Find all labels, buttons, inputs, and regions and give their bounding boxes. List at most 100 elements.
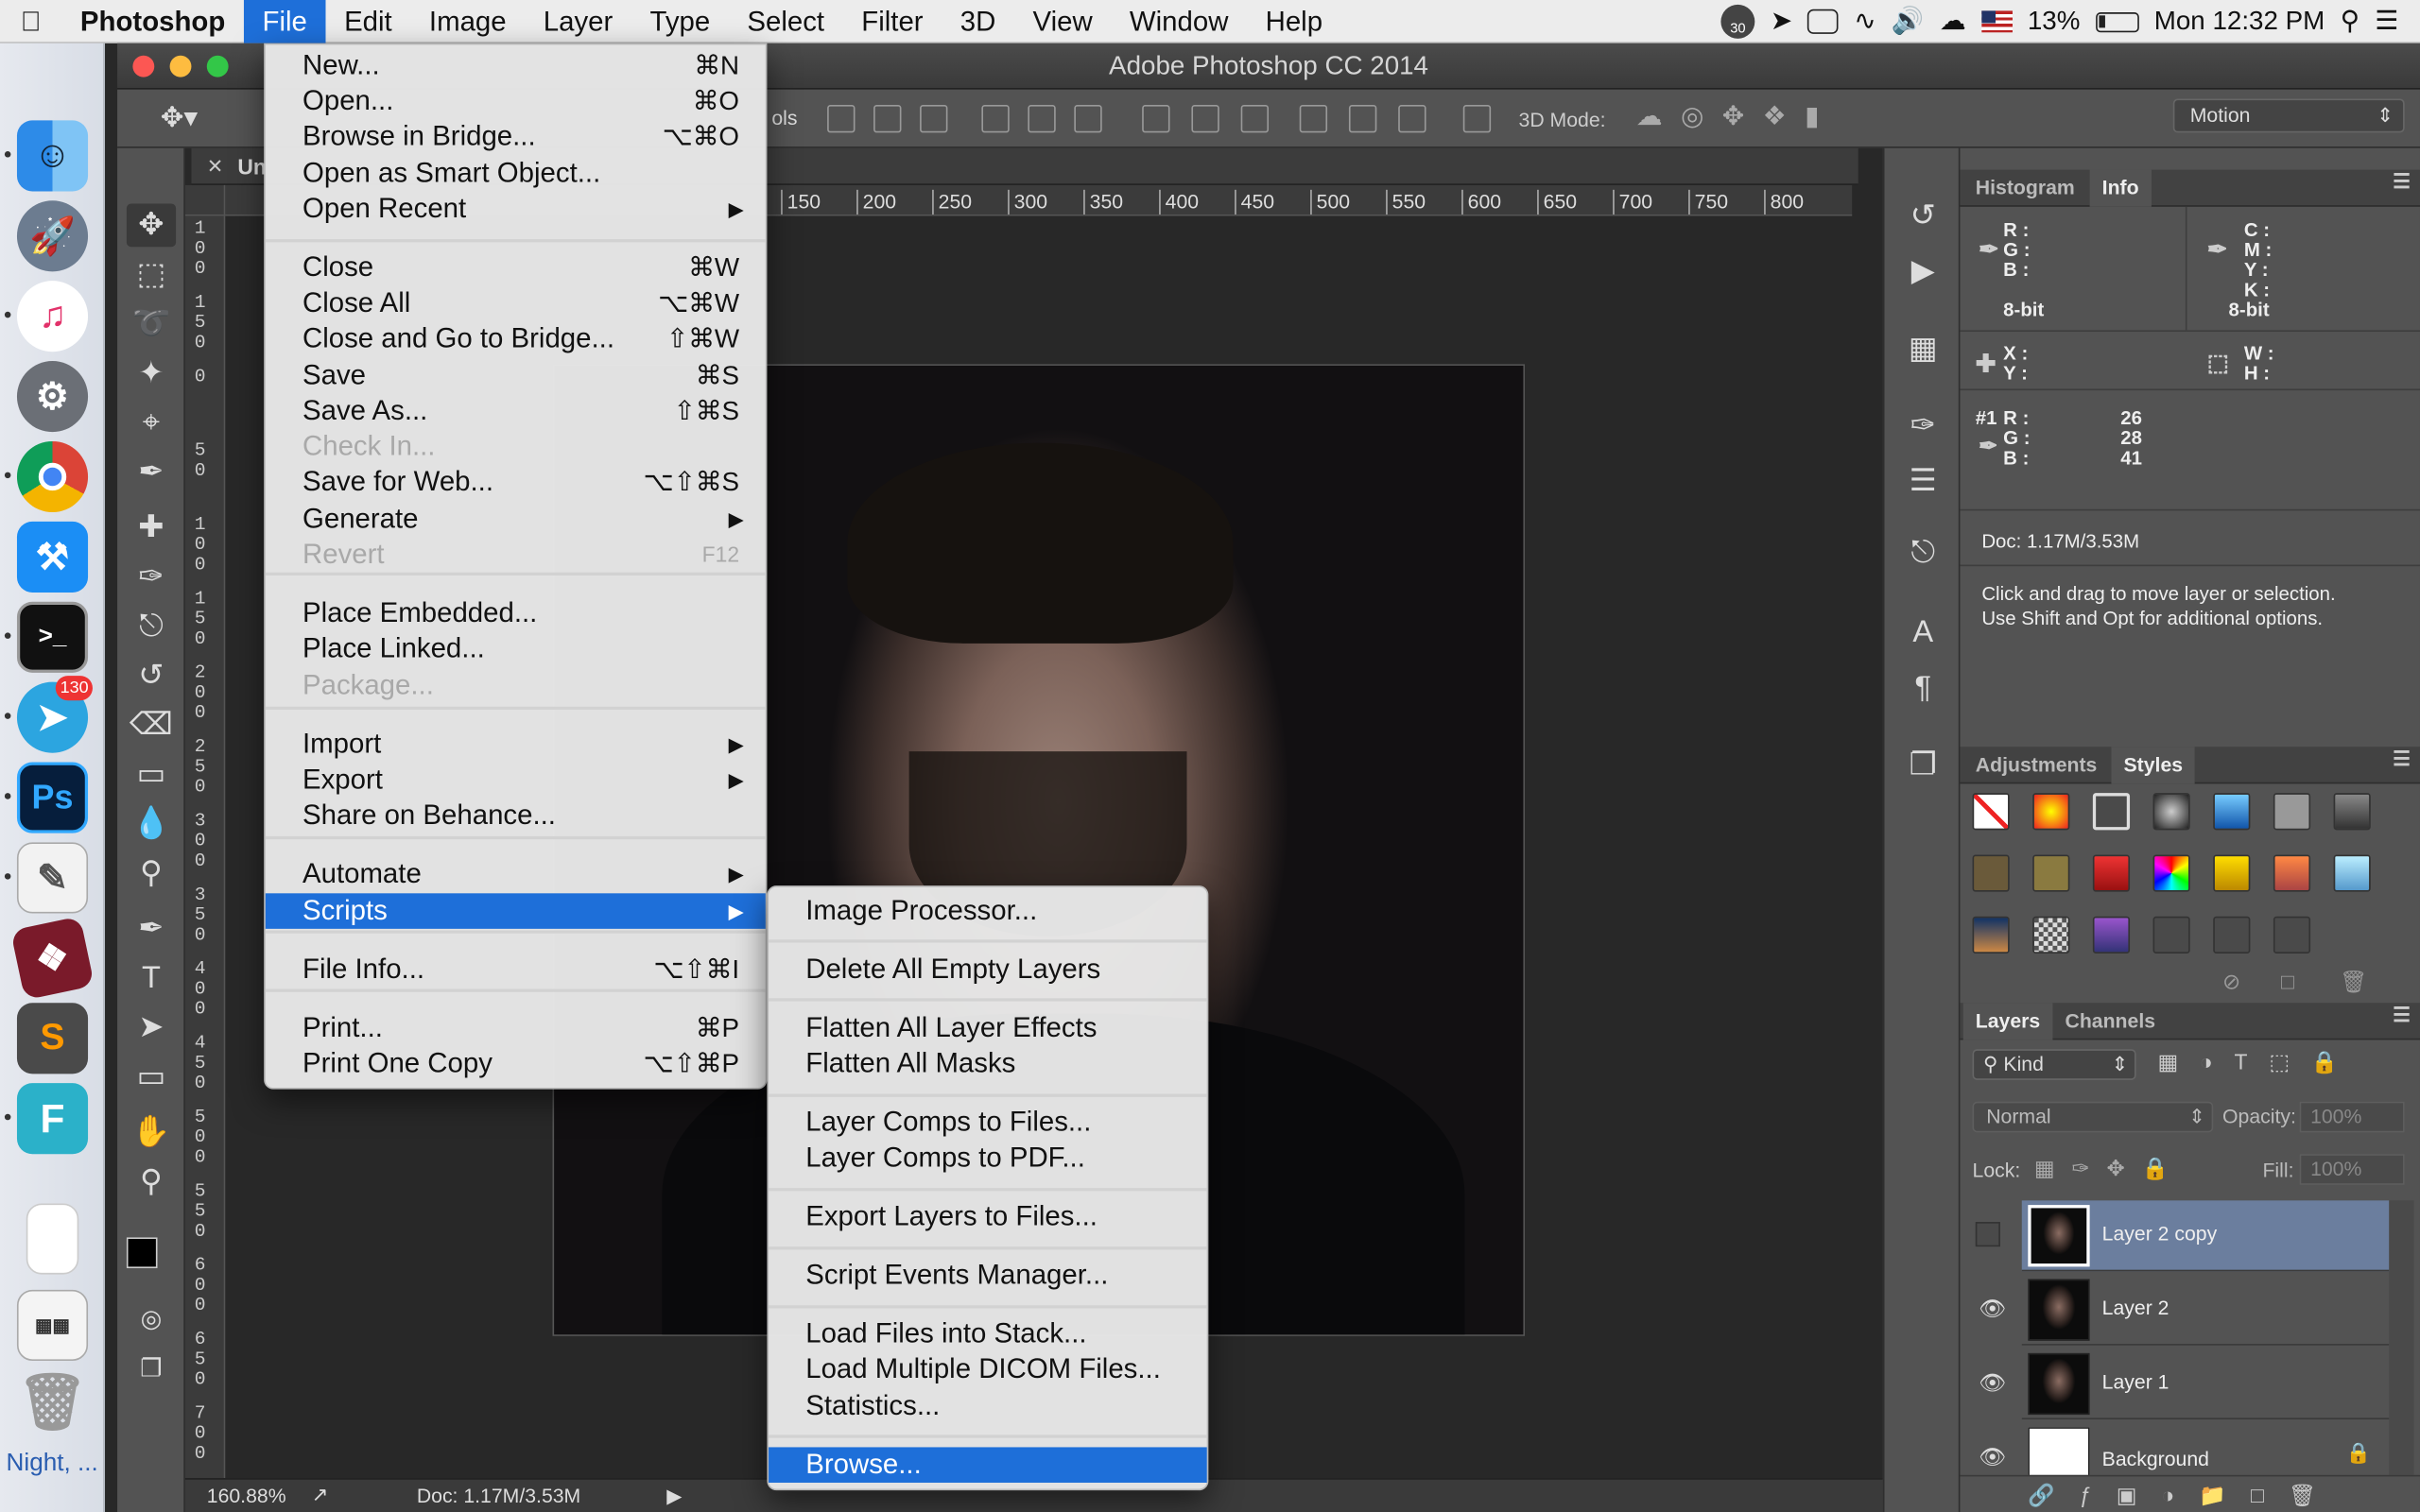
opacity-field[interactable]: 100% [2299,1101,2405,1133]
zoom-level[interactable]: 160.88% [207,1485,286,1507]
distribute-top-icon[interactable] [1142,105,1170,133]
clock-badge-icon[interactable]: 30 [1720,4,1755,39]
brush-panel-icon[interactable]: ✑ [1905,407,1942,444]
finder-icon[interactable]: ☺ [16,120,89,192]
style-swatch[interactable] [2092,854,2131,892]
menu-help[interactable]: Help [1247,0,1341,43]
layer-name[interactable]: Layer 1 [2102,1370,2169,1393]
layer-filter-kind[interactable]: ⚲ Kind ⇕ [1972,1049,2136,1080]
script-item-layer-comps-to-files[interactable]: Layer Comps to Files... [769,1105,1207,1141]
preview-icon[interactable]: ▦▦ [16,1289,89,1361]
brush-tool-icon[interactable]: ✑ [127,556,176,599]
script-item-delete-all-empty-layers[interactable]: Delete All Empty Layers [769,952,1207,988]
menu-image[interactable]: Image [410,0,525,43]
tab-channels[interactable]: Channels [2052,1003,2168,1040]
xcode-icon[interactable]: ⚒ [16,521,89,593]
move-tool-icon[interactable]: ✥▾ [161,102,198,134]
menu-window[interactable]: Window [1111,0,1247,43]
style-swatch[interactable] [2032,854,2070,892]
clear-style-icon[interactable]: ⊘ [2222,969,2240,995]
panel-menu-icon[interactable]: ☰ [2393,747,2411,771]
script-item-load-files-into-stack[interactable]: Load Files into Stack... [769,1316,1207,1352]
eye-icon[interactable]: 👁 [1976,1444,2010,1475]
clone-stamp-tool-icon[interactable]: ⎋ [127,605,176,648]
distribute-hcenter-icon[interactable] [1348,105,1377,133]
layer-row[interactable]: Layer 1 [2021,1349,2390,1420]
align-top-icon[interactable] [827,105,856,133]
clock[interactable]: Mon 12:32 PM [2154,7,2325,38]
3d-cube-icon[interactable]: ❐ [1905,747,1942,783]
trash-icon[interactable]: 🗑 [17,1367,88,1438]
style-swatch[interactable] [1972,854,2010,892]
menu-item-close-all[interactable]: Close All ⌥⌘W [266,285,766,321]
menu-file[interactable]: File [243,0,326,43]
style-swatch[interactable] [2333,854,2371,892]
marquee-tool-icon[interactable]: ⬚ [127,253,176,297]
script-item-statistics[interactable]: Statistics... [769,1388,1207,1424]
style-swatch[interactable] [2273,854,2311,892]
style-swatch[interactable] [2273,793,2311,831]
menu-item-scripts[interactable]: Scripts ▶ [265,893,766,929]
distribute-vcenter-icon[interactable] [1191,105,1219,133]
ruler-origin[interactable] [184,184,226,216]
style-swatch[interactable] [2152,854,2190,892]
crop-tool-icon[interactable]: ⌖ [127,401,176,444]
menu-item-import[interactable]: Import ▶ [266,727,766,763]
visibility-toggle[interactable] [1975,1222,2000,1247]
menu-item-file-info[interactable]: File Info... ⌥⇧⌘I [266,952,766,988]
menu-item-print[interactable]: Print... ⌘P [266,1010,766,1046]
style-swatch[interactable] [2213,793,2251,831]
layers-scrollbar[interactable] [2389,1200,2414,1494]
magic-wand-tool-icon[interactable]: ✦ [127,352,176,395]
spotlight-icon[interactable]: ⚲ [2341,7,2360,38]
menu-select[interactable]: Select [729,0,843,43]
tab-layers[interactable]: Layers [1962,1003,2053,1040]
new-style-icon[interactable]: □ [2281,969,2294,993]
menu-item-browse-in-bridge[interactable]: Browse in Bridge... ⌥⌘O [266,119,766,155]
brush-presets-icon[interactable]: ☰ [1905,463,1942,500]
tab-info[interactable]: Info [2089,169,2152,207]
blur-tool-icon[interactable]: 💧 [127,802,176,846]
menu-item-share-on-behance[interactable]: Share on Behance... [266,798,766,833]
menu-item-automate[interactable]: Automate ▶ [266,856,766,892]
script-item-image-processor[interactable]: Image Processor... [769,893,1207,929]
notification-center-icon[interactable]: ☰ [2375,7,2398,38]
system-preferences-icon[interactable]: ⚙ [16,361,89,433]
menu-item-place-embedded[interactable]: Place Embedded... [266,595,766,631]
character-panel-icon[interactable]: A [1905,614,1942,651]
chat-icon[interactable] [1807,9,1839,34]
fontself-icon[interactable]: F [16,1083,89,1155]
style-swatch[interactable] [2092,793,2131,831]
blend-mode-select[interactable]: Normal ⇕ [1972,1101,2214,1133]
align-right-icon[interactable] [1074,105,1102,133]
history-brush-tool-icon[interactable]: ↺ [127,654,176,697]
script-item-flatten-all-layer-effects[interactable]: Flatten All Layer Effects [769,1010,1207,1046]
layer-name[interactable]: Layer 2 [2102,1296,2169,1318]
panel-menu-icon[interactable]: ☰ [2393,170,2411,195]
sublime-text-icon[interactable]: S [16,1003,89,1074]
terminal-icon[interactable]: >_ [16,601,89,673]
document-icon[interactable] [26,1203,79,1275]
menu-edit[interactable]: Edit [325,0,410,43]
tab-adjustments[interactable]: Adjustments [1963,747,2110,783]
fill-field[interactable]: 100% [2299,1154,2405,1185]
history-icon[interactable]: ↺ [1905,198,1942,234]
style-swatch[interactable] [2333,793,2371,831]
minimize-window-button[interactable] [169,55,192,77]
chrome-icon[interactable] [16,440,89,513]
apple-icon[interactable]:  [0,0,61,43]
us-flag-icon[interactable] [1980,10,2013,33]
tab-histogram[interactable]: Histogram [1963,170,2087,207]
style-swatch[interactable] [2273,916,2311,954]
menu-type[interactable]: Type [631,0,729,43]
zoom-window-button[interactable] [206,55,229,77]
layer-row[interactable]: Layer 2 [2021,1275,2390,1346]
script-item-browse[interactable]: Browse... [769,1447,1207,1483]
eye-icon[interactable]: 👁 [1976,1296,2010,1327]
style-swatch[interactable] [2032,916,2070,954]
workspace-select[interactable]: Motion ⇕ [2172,98,2405,133]
zoom-tool-icon[interactable]: ⚲ [127,1160,176,1204]
menu-3d[interactable]: 3D [942,0,1014,43]
menu-item-close-and-go-to-bridge[interactable]: Close and Go to Bridge... ⇧⌘W [266,321,766,357]
pen-tool-icon[interactable]: ✒ [127,907,176,951]
